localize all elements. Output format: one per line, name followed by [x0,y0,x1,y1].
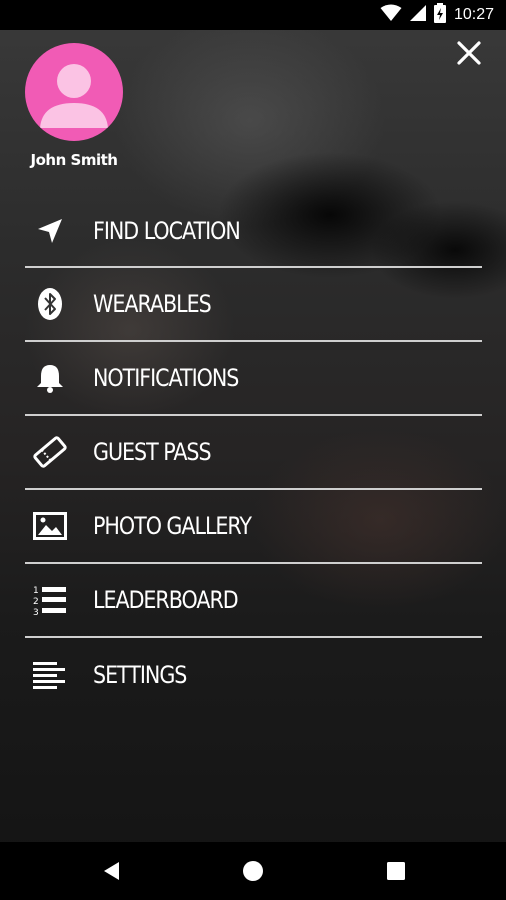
align-left-lines-icon [33,658,67,692]
menu-item-label: PHOTO GALLERY [93,512,252,540]
status-bar: 10:27 [0,0,506,30]
navigation-arrow-icon [33,214,67,248]
menu-item-label: GUEST PASS [93,438,212,466]
menu-item-guest-pass[interactable]: GUEST PASS [25,416,482,490]
ticket-icon [33,435,67,469]
menu-item-settings[interactable]: SETTINGS [25,638,482,712]
bluetooth-icon [33,287,67,321]
system-nav-bar [0,842,506,900]
menu-item-notifications[interactable]: NOTIFICATIONS [25,342,482,416]
drawer-menu: FIND LOCATION WEARABLES NOTIFICATIONS GU… [25,196,482,712]
menu-item-leaderboard[interactable]: 123 LEADERBOARD [25,564,482,638]
person-icon [40,64,108,128]
status-time: 10:27 [453,6,494,23]
wifi-icon [380,4,402,27]
ordered-list-icon: 123 [33,583,67,617]
svg-text:3: 3 [33,608,39,616]
back-button[interactable] [100,859,124,883]
menu-item-label: WEARABLES [93,290,212,318]
recents-button[interactable] [384,859,408,883]
menu-item-photo-gallery[interactable]: PHOTO GALLERY [25,490,482,564]
menu-item-label: LEADERBOARD [93,586,239,614]
image-icon [33,509,67,543]
home-icon [243,861,263,881]
svg-text:2: 2 [33,597,39,607]
svg-text:1: 1 [33,586,39,596]
bell-icon [33,361,67,395]
menu-item-wearables[interactable]: WEARABLES [25,268,482,342]
menu-item-label: SETTINGS [93,661,187,689]
recents-icon [387,862,405,880]
avatar[interactable] [25,43,123,141]
menu-item-label: NOTIFICATIONS [93,364,239,392]
battery-icon [433,2,446,28]
cell-signal-icon [409,4,426,26]
back-icon [104,862,119,880]
menu-item-label: FIND LOCATION [93,217,241,245]
user-name: John Smith [30,151,118,169]
home-button[interactable] [241,859,265,883]
close-button[interactable] [452,36,486,70]
close-icon [457,41,481,65]
menu-item-find-location[interactable]: FIND LOCATION [25,196,482,268]
